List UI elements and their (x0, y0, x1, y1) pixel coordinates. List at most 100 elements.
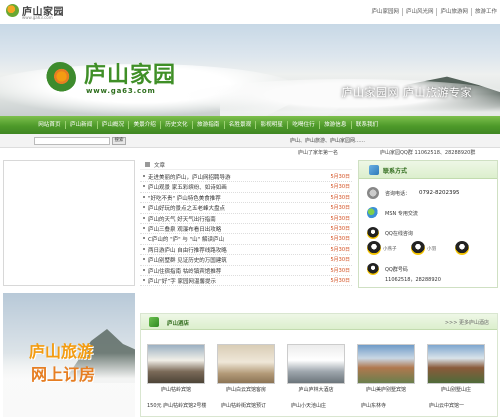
list-item[interactable]: C庐山的 "庐" 与 "山" 解读庐山 5月30日 (140, 234, 352, 245)
booking-promo-image[interactable]: 庐山旅游 网上订房 (3, 293, 135, 417)
news-date: 5月30日 (330, 246, 350, 253)
list-item[interactable]: 庐山的天气 好天气出行指南 5月30日 (140, 214, 352, 224)
msn-row[interactable]: MSN 专用交流 (367, 207, 491, 221)
list-item[interactable]: 两日游庐山 自由行推荐线路攻略 5月30日 (140, 245, 352, 256)
news-title[interactable]: 走进美丽的庐山，庐山网招聘导游 (148, 173, 231, 181)
hotel-photo[interactable] (217, 344, 275, 384)
top-link[interactable]: 旅游工作 (470, 8, 500, 16)
bullet-icon (143, 216, 145, 219)
news-title[interactable]: 庐山三叠泉 观瀑布看日出攻略 (148, 225, 221, 233)
banner-slogan: 庐山家园网 庐山旅游专家 (341, 86, 472, 99)
nav-item[interactable]: 美景介绍 (129, 121, 162, 129)
bullet-icon (143, 247, 145, 250)
nav-item[interactable]: 影视明星 (256, 121, 289, 129)
promo-line1: 庐山旅游 (29, 342, 94, 361)
nav-item[interactable]: 庐山概况 (98, 121, 130, 129)
nav-item[interactable]: 吃喝住行 (288, 121, 320, 129)
list-item[interactable]: 庐山别墅群 见证历史的万国建筑 5月30日 (140, 255, 352, 266)
list-item[interactable]: 庐山三叠泉 观瀑布看日出攻略 5月30日 (140, 224, 352, 235)
site-logo-title[interactable]: 庐山家园 (84, 57, 176, 89)
search-input[interactable] (34, 137, 110, 145)
hotel-link[interactable]: 庐山牯岭街宾馆预订 (221, 402, 266, 409)
hotel-caption[interactable]: 庐山庐林大酒店 (287, 386, 345, 393)
hotel-caption[interactable]: 庐山美庐别墅宾馆 (357, 386, 415, 393)
news-date: 5月30日 (330, 236, 350, 243)
list-item[interactable]: 走进美丽的庐山，庐山网招聘导游 5月30日 (140, 172, 352, 183)
hotel-link[interactable]: 庐山小天池山庄 (291, 402, 326, 409)
qq-label: QQ在线咨询 (385, 231, 413, 237)
news-date: 5月30日 (330, 267, 350, 274)
bullet-icon (143, 278, 145, 281)
news-title[interactable]: 庐山“好”字 家园网温馨提示 (148, 277, 216, 285)
qq-avatar-icon[interactable] (411, 241, 425, 255)
qq-name[interactable]: 小羽 (427, 246, 436, 252)
hotel-photo[interactable] (147, 344, 205, 384)
hotel-card[interactable]: 庐山美庐别墅宾馆 (357, 344, 415, 393)
main-nav: 网站首页 庐山新闻 庐山概况 美景介绍 历史文化 旅游指南 名胜景观 影视明星 … (0, 116, 500, 134)
top-link[interactable]: 庐山家园网 (368, 8, 402, 16)
bullet-icon (143, 226, 145, 229)
hotel-card[interactable]: 庐山别墅山庄 (427, 344, 485, 393)
nav-item[interactable]: 庐山新闻 (66, 121, 98, 129)
small-logo[interactable]: 庐山家园 www.ga63.com (4, 3, 76, 21)
news-date: 5月30日 (330, 194, 350, 201)
qq-avatar-icon[interactable] (367, 241, 381, 255)
hotel-photo[interactable] (287, 344, 345, 384)
nav-item[interactable]: 旅游信息 (320, 121, 352, 129)
qq-avatar-icon[interactable] (455, 241, 469, 255)
notice-left: 庐山了家年第一名 (298, 150, 339, 156)
search-button[interactable]: 搜索 (112, 137, 126, 145)
hotel-card[interactable]: 庐山庐林大酒店 (287, 344, 345, 393)
hotel-photo[interactable] (357, 344, 415, 384)
contact-panel: 联系方式 咨询电话： 0792-8202395 MSN 专用交流 QQ在线咨询 … (358, 160, 498, 288)
hotel-link[interactable]: 150元 庐山牯岭宾馆2号楼 (147, 402, 206, 409)
top-link[interactable]: 庐山风光网 (401, 8, 437, 16)
qq-row: QQ在线咨询 (367, 227, 491, 241)
qq-group-row: QQ群号码 (367, 263, 491, 277)
nav-item[interactable]: 网站首页 (34, 121, 66, 129)
news-title[interactable]: 庐山的天气 好天气出行指南 (148, 215, 216, 223)
contact-heading: 联系方式 (383, 168, 408, 175)
qq-icon (367, 227, 379, 239)
list-item[interactable]: "好吃不贵" 庐山特色美食推荐 5月30日 (140, 193, 352, 204)
more-hotels-link[interactable]: >>> 更多庐山酒店 (445, 319, 489, 326)
news-title[interactable]: 庐山住宿指南 牯岭镇宾馆推荐 (148, 267, 221, 275)
hotel-header: 庐山酒店 >>> 更多庐山酒店 (141, 314, 497, 330)
news-title[interactable]: "好吃不贵" 庐山特色美食推荐 (148, 194, 221, 202)
hotel-caption[interactable]: 庐山牯岭宾馆 (147, 386, 205, 393)
contact-header: 联系方式 (359, 161, 497, 179)
bullet-icon (143, 195, 145, 198)
hotel-link[interactable]: 庐山东林寺 (361, 402, 386, 409)
nav-item[interactable]: 历史文化 (161, 121, 193, 129)
notice-right: 庐山家园QQ群 11062518、28288920群 (380, 150, 476, 156)
list-item[interactable]: 庐山好玩的景点之五老峰大盘点 5月30日 (140, 203, 352, 214)
hotel-card[interactable]: 庐山白云宾馆客房 (217, 344, 275, 393)
nav-item[interactable]: 名胜景观 (225, 121, 257, 129)
top-bar: 庐山家园 www.ga63.com 庐山家园网 庐山风光网 庐山旅游网 旅游工作 (0, 0, 500, 24)
hotel-caption[interactable]: 庐山白云宾馆客房 (217, 386, 275, 393)
list-item[interactable]: 庐山观景 家五彩缤纷、如诗如画 5月30日 (140, 182, 352, 193)
news-heading: 文章 (154, 163, 166, 169)
news-title[interactable]: 两日游庐山 自由行推荐线路攻略 (148, 246, 227, 254)
marquee-text: 庐山、庐山旅游、庐山家园网…… (290, 138, 366, 144)
document-icon (145, 162, 150, 167)
top-link[interactable]: 庐山旅游网 (436, 8, 471, 16)
list-item[interactable]: 庐山“好”字 家园网温馨提示 5月30日 (140, 276, 352, 287)
small-logo-url: www.ga63.com (22, 15, 53, 20)
hotel-link[interactable]: 庐山云中宾馆一 (429, 402, 464, 409)
hotel-caption[interactable]: 庐山别墅山庄 (427, 386, 485, 393)
contact-icon (369, 165, 379, 175)
news-title[interactable]: 庐山别墅群 见证历史的万国建筑 (148, 256, 227, 264)
news-list-panel: 文章 走进美丽的庐山，庐山网招聘导游 5月30日 庐山观景 家五彩缤纷、如诗如画 5… (140, 160, 352, 290)
qq-group-icon (367, 263, 379, 275)
hotel-photo[interactable] (427, 344, 485, 384)
nav-item[interactable]: 旅游指南 (193, 121, 225, 129)
list-item[interactable]: 庐山住宿指南 牯岭镇宾馆推荐 5月30日 (140, 266, 352, 276)
news-title[interactable]: C庐山的 "庐" 与 "山" 解读庐山 (148, 235, 224, 243)
qq-name[interactable]: 小燕子 (383, 246, 397, 252)
news-title[interactable]: 庐山好玩的景点之五老峰大盘点 (148, 204, 225, 212)
nav-item[interactable]: 联系我们 (352, 121, 383, 129)
news-title[interactable]: 庐山观景 家五彩缤纷、如诗如画 (148, 183, 227, 191)
hotel-card[interactable]: 庐山牯岭宾馆 (147, 344, 205, 393)
hotel-panel: 庐山酒店 >>> 更多庐山酒店 庐山牯岭宾馆 庐山白云宾馆客房 庐山庐林大酒店 … (140, 313, 498, 417)
